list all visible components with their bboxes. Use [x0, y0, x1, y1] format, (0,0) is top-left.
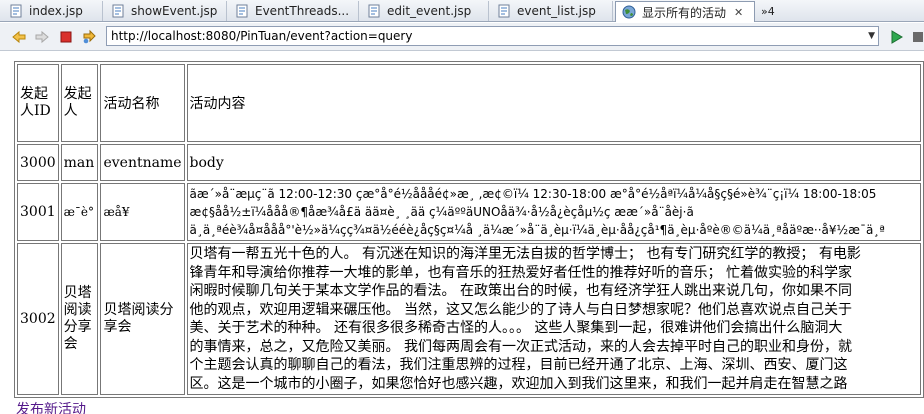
content-line: ãæ´»å¨æµç¨ã 12:00-12:30 çæ°å°é½åååé¢»æ¸ … [189, 187, 877, 201]
table-row: 3002 贝塔阅读分享会 贝塔阅读分享会 贝塔有一帮五光十色的人。 有沉迷在知识… [17, 243, 921, 395]
tab-showevent-jsp[interactable]: showEvent.jsp [105, 1, 227, 21]
table-row: 3000 man eventname body [17, 144, 921, 181]
play-icon [891, 30, 903, 44]
tab-label: event_list.jsp [517, 4, 596, 18]
content-line: 美、关于艺术的种种。 还有很多很多稀奇古怪的人。。。 这些人聚集到一起，很难讲他… [189, 320, 843, 336]
jsp-file-icon [235, 4, 249, 18]
content-line: 贝塔有一帮五光十色的人。 有沉迷在知识的海洋里无法自拔的哲学博士； 也有专门研究… [189, 246, 861, 262]
content-line: æ¢§åå½±ï¼ååå®¶åæ¾å£ä ää¤è¸ ¸ää ç¼äººäUNO… [189, 205, 694, 219]
jsp-file-icon [367, 4, 381, 18]
tab-label: showEvent.jsp [131, 4, 218, 18]
cell-event-content: body [186, 144, 921, 181]
stop-page-button[interactable] [909, 28, 924, 46]
content-line: 锋青年和导演给你推荐一大堆的影单，也有音乐的狂热爱好者任性的推荐好听的音乐； 忙… [189, 264, 852, 281]
content-line: 他的观点，欢迎用逻辑来碾压他。 当然，这又怎么能少的了诗人与白日梦想家呢？他们总… [189, 301, 852, 318]
cell-id: 3002 [17, 243, 59, 395]
content-line: ä¸ä¸ªéè¾å¤ååå°'è½»ä¼çç¾¤ä½ééè¿åç§ç¤¼å ¸ä… [189, 223, 885, 237]
content-line: 的事情来，总之，又危险又美丽。 我们每两周会有一次正式活动，来的人会去掉平时自己… [189, 338, 852, 355]
globe-icon [622, 5, 636, 19]
tab-index-jsp[interactable]: index.jsp [3, 1, 103, 21]
cell-event-name: æå¥ [100, 183, 185, 241]
tab-browser-active[interactable]: 显示所有的活动 ✕ [615, 1, 755, 22]
event-table: 发起人ID 发起人 活动名称 活动内容 3000 man eventname b… [14, 61, 924, 398]
go-button[interactable] [887, 28, 905, 46]
chevron-down-icon[interactable]: ▼ [868, 27, 875, 45]
refresh-button[interactable] [80, 28, 98, 46]
editor-tab-bar: index.jsp showEvent.jsp EventThreads... … [0, 0, 924, 22]
cell-event-name: 贝塔阅读分享会 [100, 243, 185, 395]
close-tab-icon[interactable]: ✕ [734, 6, 743, 19]
tab-label: index.jsp [29, 4, 83, 18]
cell-event-content: 贝塔有一帮五光十色的人。 有沉迷在知识的海洋里无法自拔的哲学博士； 也有专门研究… [186, 243, 921, 395]
tab-event-list-jsp[interactable]: event_list.jsp [491, 1, 613, 21]
jsp-file-icon [497, 4, 511, 18]
table-header-row: 发起人ID 发起人 活动名称 活动内容 [17, 64, 921, 142]
cell-event-name: eventname [100, 144, 185, 181]
publish-new-event-link[interactable]: 发布新活动 [16, 399, 86, 414]
cell-event-content: ãæ´»å¨æµç¨ã 12:00-12:30 çæ°å°é½åååé¢»æ¸ … [186, 183, 921, 241]
tab-overflow-label: »4 [761, 4, 775, 18]
address-bar-url: http://localhost:8080/PinTuan/event?acti… [111, 29, 413, 43]
stop-button[interactable] [57, 28, 75, 46]
header-event-name: 活动名称 [100, 64, 185, 142]
tab-label: edit_event.jsp [387, 4, 472, 18]
cell-initiator: æ¯è° [60, 183, 99, 241]
tab-edit-event-jsp[interactable]: edit_event.jsp [361, 1, 489, 21]
jsp-file-icon [111, 4, 125, 18]
content-line: 闲暇时候聊几句关于某本文学作品的看法。 在政策出台的时候，也有经济学狂人跳出来说… [189, 283, 852, 299]
cell-initiator: man [60, 144, 99, 181]
header-initiator: 发起人 [60, 64, 99, 142]
content-line: 个主题会认真的聊聊自己的看法，我们注重思辨的过程，目前已经开通了北京、上海、深圳… [189, 357, 848, 373]
arrow-right-icon [35, 30, 49, 44]
stop-square-icon [913, 32, 923, 42]
address-bar[interactable]: http://localhost:8080/PinTuan/event?acti… [106, 26, 879, 46]
header-event-content: 活动内容 [186, 64, 921, 142]
browser-toolbar: http://localhost:8080/PinTuan/event?acti… [0, 23, 924, 51]
cell-id: 3000 [17, 144, 59, 181]
page-content: 发起人ID 发起人 活动名称 活动内容 3000 man eventname b… [0, 52, 924, 414]
back-button[interactable] [10, 28, 28, 46]
cell-initiator: 贝塔阅读分享会 [60, 243, 99, 395]
arrow-left-icon [12, 30, 26, 44]
tab-label: 显示所有的活动 [642, 5, 727, 20]
tab-label: EventThreads... [255, 4, 350, 18]
tab-overflow-button[interactable]: »4 [757, 1, 787, 21]
forward-button[interactable] [33, 28, 51, 46]
content-line: 区。这是一个城市的小圈子，如果您恰好也感兴趣，欢迎加入到我们这里来，和我们一起并… [189, 375, 848, 392]
header-initiator-id: 发起人ID [17, 64, 59, 142]
refresh-icon [83, 29, 96, 44]
table-row: 3001 æ¯è° æå¥ ãæ´»å¨æµç¨ã 12:00-12:30 çæ… [17, 183, 921, 241]
cell-id: 3001 [17, 183, 59, 241]
stop-icon [60, 31, 72, 43]
tab-eventthreads[interactable]: EventThreads... [229, 1, 359, 21]
jsp-file-icon [9, 4, 23, 18]
